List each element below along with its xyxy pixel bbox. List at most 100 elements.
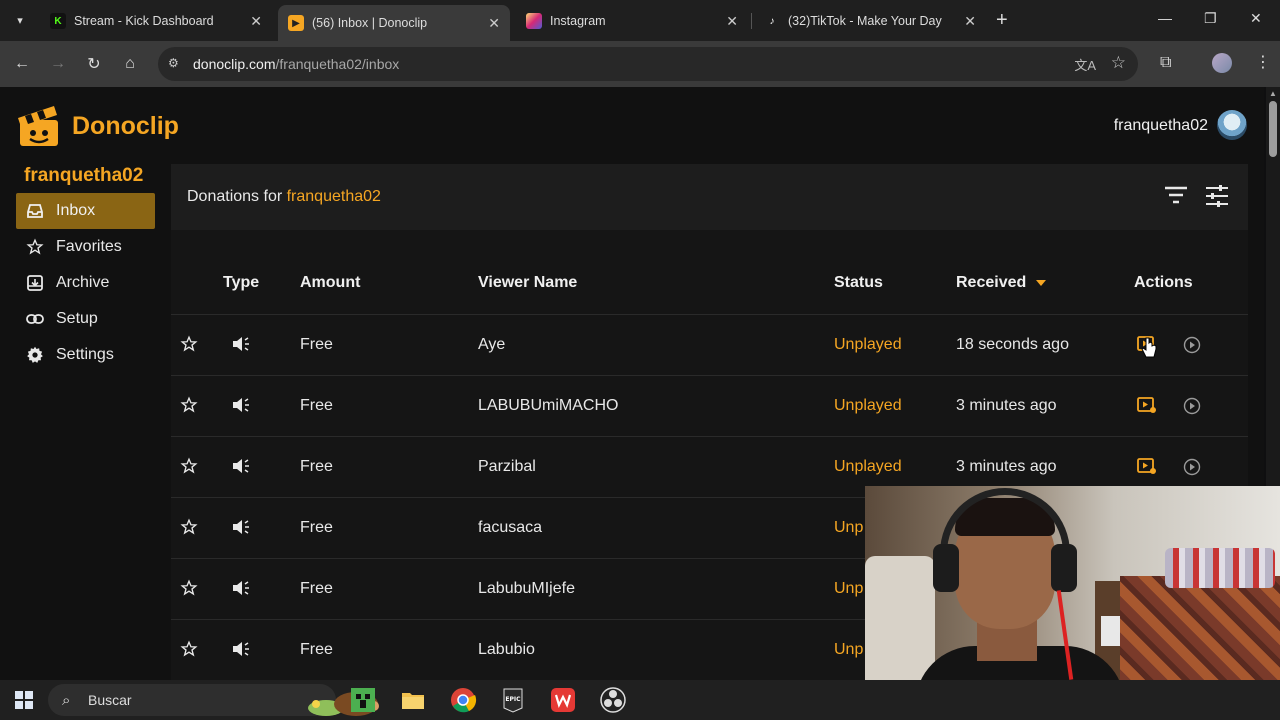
sidebar-item-setup[interactable]: Setup: [16, 301, 155, 337]
epic-games-icon[interactable]: EPIC: [499, 686, 527, 714]
tab-kick[interactable]: K Stream - Kick Dashboard ✕: [40, 5, 272, 37]
account-username[interactable]: franquetha02: [1114, 117, 1208, 135]
audio-type-icon: [231, 518, 251, 536]
translate-icon[interactable]: 文A: [1074, 55, 1096, 74]
audio-type-icon: [231, 396, 251, 414]
received-cell: 18 seconds ago: [956, 336, 1069, 353]
home-icon[interactable]: ⌂: [119, 53, 141, 75]
viewer-name-cell: Labubio: [478, 641, 535, 658]
minimize-button[interactable]: —: [1158, 10, 1172, 26]
windows-start-icon[interactable]: [15, 691, 33, 709]
donoclip-icon: ▶: [288, 15, 304, 31]
amount-cell: Free: [300, 397, 333, 414]
tab-donoclip[interactable]: ▶ (56) Inbox | Donoclip ✕: [278, 5, 510, 41]
viewer-name-cell: LabubuMIjefe: [478, 580, 575, 597]
column-viewer-name[interactable]: Viewer Name: [478, 274, 577, 292]
close-tab-icon[interactable]: ✕: [488, 15, 500, 32]
sidebar-item-label: Inbox: [56, 202, 96, 219]
sidebar-item-label: Archive: [56, 274, 110, 291]
url-text: donoclip.com/franquetha02/inbox: [193, 56, 400, 72]
sidebar-nav: Inbox Favorites Archive Setup Settings: [16, 193, 155, 373]
obs-icon[interactable]: [599, 686, 627, 714]
column-status[interactable]: Status: [834, 274, 883, 292]
play-icon[interactable]: [1183, 458, 1201, 476]
audio-type-icon: [231, 335, 251, 353]
favorite-star-icon[interactable]: [180, 396, 198, 414]
sidebar-item-favorites[interactable]: Favorites: [16, 229, 155, 265]
sidebar-item-label: Favorites: [56, 238, 122, 255]
chrome-icon[interactable]: [449, 686, 477, 714]
tab-title: (32)TikTok - Make Your Day: [788, 14, 942, 28]
close-tab-icon[interactable]: ✕: [964, 13, 976, 30]
minecraft-icon[interactable]: [349, 686, 377, 714]
table-row[interactable]: Free LABUBUmiMACHO Unplayed 3 minutes ago: [171, 375, 1248, 436]
viewer-name-cell: LABUBUmiMACHO: [478, 397, 619, 414]
play-icon[interactable]: [1183, 397, 1201, 415]
tab-tiktok[interactable]: ♪ (32)TikTok - Make Your Day ✕: [754, 5, 986, 37]
tab-title: Stream - Kick Dashboard: [74, 14, 214, 28]
column-actions: Actions: [1134, 274, 1193, 291]
play-icon[interactable]: [1183, 336, 1201, 354]
received-cell: 3 minutes ago: [956, 397, 1057, 414]
favorite-star-icon[interactable]: [180, 335, 198, 353]
favorite-star-icon[interactable]: [180, 640, 198, 658]
preview-video-icon[interactable]: [1137, 457, 1157, 475]
brand-name: Donoclip: [72, 111, 179, 140]
sidebar-item-label: Setup: [56, 310, 98, 327]
column-received[interactable]: Received: [956, 274, 1047, 292]
brand-logo[interactable]: Donoclip: [16, 104, 179, 148]
column-amount[interactable]: Amount: [300, 274, 360, 292]
taskbar: ⌕ Buscar EPIC: [0, 680, 1280, 720]
close-window-button[interactable]: ✕: [1250, 10, 1262, 27]
bookmark-star-icon[interactable]: ☆: [1111, 53, 1126, 73]
preview-video-icon[interactable]: [1137, 396, 1157, 414]
tab-instagram[interactable]: Instagram ✕: [516, 5, 748, 37]
close-tab-icon[interactable]: ✕: [250, 13, 262, 30]
taskbar-search[interactable]: ⌕ Buscar: [48, 684, 379, 716]
viewer-name-cell: facusaca: [478, 519, 543, 536]
forward-icon[interactable]: →: [47, 53, 69, 75]
tab-divider: [751, 13, 752, 29]
close-tab-icon[interactable]: ✕: [726, 13, 738, 30]
reload-icon[interactable]: ↻: [83, 53, 105, 75]
new-tab-button[interactable]: +: [996, 10, 1008, 30]
favorite-star-icon[interactable]: [180, 457, 198, 475]
archive-icon: [26, 274, 44, 292]
status-cell: Unp: [834, 641, 864, 658]
amount-cell: Free: [300, 519, 333, 536]
panel-title: Donations for franquetha02: [187, 188, 381, 205]
favorite-star-icon[interactable]: [180, 579, 198, 597]
restore-button[interactable]: ❐: [1204, 10, 1217, 27]
tab-search-button[interactable]: ▾: [8, 8, 32, 32]
address-bar[interactable]: ⚙ donoclip.com/franquetha02/inbox 文A ☆: [158, 47, 1138, 81]
status-cell: Unplayed: [834, 336, 902, 353]
amount-cell: Free: [300, 641, 333, 658]
wps-icon[interactable]: [549, 686, 577, 714]
svg-text:EPIC: EPIC: [505, 696, 521, 703]
site-info-icon[interactable]: ⚙: [168, 56, 184, 72]
amount-cell: Free: [300, 458, 333, 475]
table-row[interactable]: Free Aye Unplayed 18 seconds ago: [171, 314, 1248, 375]
tiktok-icon: ♪: [769, 15, 775, 27]
clapperboard-icon: [18, 106, 58, 146]
inbox-icon: [26, 202, 44, 220]
settings-sliders-icon[interactable]: [1205, 184, 1229, 208]
extensions-icon[interactable]: ⧉: [1160, 54, 1171, 72]
audio-type-icon: [231, 457, 251, 475]
sidebar-username: franquetha02: [24, 165, 144, 186]
browser-menu-icon[interactable]: ⋮: [1255, 52, 1271, 72]
scroll-up-icon[interactable]: ▲: [1269, 89, 1277, 98]
file-explorer-icon[interactable]: [399, 686, 427, 714]
favorite-star-icon[interactable]: [180, 518, 198, 536]
column-type[interactable]: Type: [223, 274, 259, 292]
received-cell: 3 minutes ago: [956, 458, 1057, 475]
sidebar-item-inbox[interactable]: Inbox: [16, 193, 155, 229]
profile-avatar[interactable]: [1212, 53, 1232, 73]
scrollbar-thumb[interactable]: [1269, 101, 1277, 157]
account-avatar[interactable]: [1217, 110, 1247, 140]
back-icon[interactable]: ←: [11, 53, 33, 75]
filter-icon[interactable]: [1164, 185, 1188, 205]
sidebar-item-settings[interactable]: Settings: [16, 337, 155, 373]
sidebar-item-archive[interactable]: Archive: [16, 265, 155, 301]
status-cell: Unplayed: [834, 397, 902, 414]
